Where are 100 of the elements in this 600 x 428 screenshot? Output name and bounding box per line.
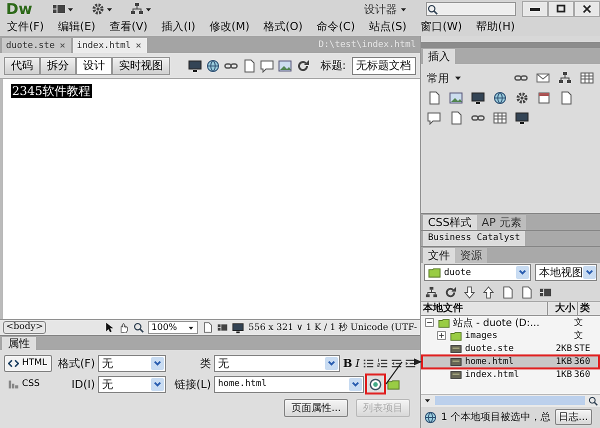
view-button[interactable]: 设计 <box>76 56 112 74</box>
column-header[interactable]: 类 <box>578 302 600 316</box>
globe-icon[interactable] <box>206 58 220 72</box>
globe-icon[interactable] <box>424 410 437 424</box>
caret-icon <box>151 378 164 390</box>
panel-tab[interactable]: 属性 <box>2 337 36 350</box>
monitor-icon[interactable] <box>188 58 202 72</box>
panel-tab[interactable]: AP 元素 <box>476 214 526 230</box>
minimize-button[interactable] <box>522 1 548 17</box>
menu-item[interactable]: 文件(F) <box>0 18 51 36</box>
refresh-icon[interactable] <box>444 286 457 299</box>
tag-selector[interactable]: <body> <box>3 321 46 334</box>
link-field[interactable]: home.html <box>214 376 364 392</box>
menu-item[interactable]: 查看(V) <box>102 18 155 36</box>
view-button[interactable]: 实时视图 <box>112 56 170 74</box>
globe-icon[interactable] <box>493 91 507 106</box>
file-row[interactable]: index.html 1KB 360 <box>421 368 600 382</box>
menu-item[interactable]: 格式(O) <box>256 18 310 36</box>
column-header[interactable]: 大小 <box>548 302 578 316</box>
mode-button[interactable]: HTML <box>4 354 52 372</box>
panel-tab[interactable]: 文件 <box>423 248 455 263</box>
table-icon[interactable] <box>493 111 507 126</box>
hand-icon[interactable] <box>118 322 130 333</box>
mode-button[interactable]: CSS <box>4 376 52 392</box>
document-icon[interactable] <box>242 58 256 72</box>
hierarchy-icon[interactable] <box>425 286 438 299</box>
menu-item[interactable]: 命令(C) <box>310 18 362 36</box>
search-field[interactable] <box>426 2 516 16</box>
layout-icon[interactable] <box>52 2 66 16</box>
comment-icon[interactable] <box>260 58 274 72</box>
numbered-list-icon[interactable] <box>376 358 388 368</box>
search-icon[interactable] <box>133 322 144 333</box>
menu-item[interactable]: 修改(M) <box>202 18 256 36</box>
scrollbar-thumb[interactable] <box>435 396 585 406</box>
file-name: duote.ste <box>465 344 514 354</box>
hierarchy-icon[interactable] <box>130 2 144 16</box>
id-dropdown[interactable]: 无 <box>98 376 166 392</box>
view-button[interactable]: 代码 <box>4 56 40 74</box>
title-field[interactable]: 无标题文档 <box>352 56 416 74</box>
italic-button[interactable]: I <box>355 356 360 370</box>
monitor-icon[interactable] <box>515 111 529 126</box>
site-dropdown[interactable]: duote <box>424 264 531 282</box>
hierarchy-icon[interactable] <box>558 71 572 86</box>
monitor-icon[interactable] <box>232 322 244 334</box>
menu-item[interactable]: 站点(S) <box>362 18 414 36</box>
close-icon[interactable] <box>134 41 143 50</box>
class-dropdown[interactable]: 无 <box>214 354 340 372</box>
comment-icon[interactable] <box>427 111 441 126</box>
envelope-icon[interactable] <box>536 71 550 86</box>
collapse-icon[interactable] <box>424 317 435 328</box>
calendar-icon[interactable] <box>537 91 551 106</box>
menu-item[interactable]: 编辑(E) <box>50 18 102 36</box>
file-row[interactable]: duote.ste 2KB STE <box>421 342 600 356</box>
menu-item[interactable]: 插入(I) <box>154 18 202 36</box>
workspace-switcher[interactable]: 设计器 <box>358 1 414 17</box>
file-row[interactable]: 站点 - duote (D:... 文 <box>421 316 600 330</box>
maximize-button[interactable] <box>548 1 574 17</box>
upload-arrow-icon[interactable] <box>482 286 495 299</box>
refresh-icon[interactable] <box>296 58 310 72</box>
panel-tab[interactable]: CSS样式 <box>423 214 477 230</box>
image-icon[interactable] <box>278 58 292 72</box>
close-icon[interactable] <box>58 41 67 50</box>
format-dropdown[interactable]: 无 <box>98 354 166 372</box>
maximize-icon <box>555 3 567 15</box>
menu-item[interactable]: 窗口(W) <box>414 18 470 36</box>
document-tab[interactable]: index.html <box>72 38 147 53</box>
document-icon[interactable] <box>427 91 441 106</box>
monitor-icon[interactable] <box>471 91 485 106</box>
outdent-icon[interactable] <box>390 358 402 368</box>
expand-icon[interactable] <box>436 330 447 342</box>
field-label: 类 <box>199 356 211 370</box>
column-header[interactable]: 本地文件 <box>421 302 548 316</box>
image-icon[interactable] <box>449 91 463 106</box>
panel-tab[interactable]: Business Catalyst <box>423 231 526 246</box>
download-arrow-icon[interactable] <box>463 286 476 299</box>
layout-icon[interactable] <box>217 322 228 333</box>
page-properties-button[interactable]: 页面属性... <box>284 399 348 417</box>
file-row[interactable]: images 文 <box>421 329 600 342</box>
indent-icon[interactable] <box>404 358 416 368</box>
document-tab[interactable]: duote.ste <box>2 38 71 53</box>
menu-item[interactable]: 帮助(H) <box>469 18 522 36</box>
document-icon[interactable] <box>449 111 463 126</box>
zoom-field[interactable]: 100% <box>148 321 198 334</box>
close-button[interactable] <box>574 1 600 17</box>
folder-icon[interactable] <box>387 378 400 390</box>
view-dropdown[interactable]: 本地视图 <box>535 264 597 282</box>
bullet-list-icon[interactable] <box>362 358 374 368</box>
pointer-icon[interactable] <box>103 322 114 333</box>
panel-tab[interactable]: 资源 <box>455 248 487 263</box>
table-icon[interactable] <box>580 71 594 86</box>
panel-tab[interactable]: 插入 <box>423 49 455 64</box>
gear-icon[interactable] <box>515 91 529 106</box>
document-icon[interactable] <box>202 322 214 333</box>
bold-button[interactable]: B <box>343 356 352 370</box>
document-icon[interactable] <box>559 91 573 106</box>
log-button[interactable]: 日志... <box>554 409 592 426</box>
view-button[interactable]: 拆分 <box>40 56 76 74</box>
point-to-file-icon[interactable] <box>369 378 382 390</box>
gear-icon[interactable] <box>91 2 106 16</box>
category-dropdown[interactable]: 常用 <box>427 70 463 86</box>
